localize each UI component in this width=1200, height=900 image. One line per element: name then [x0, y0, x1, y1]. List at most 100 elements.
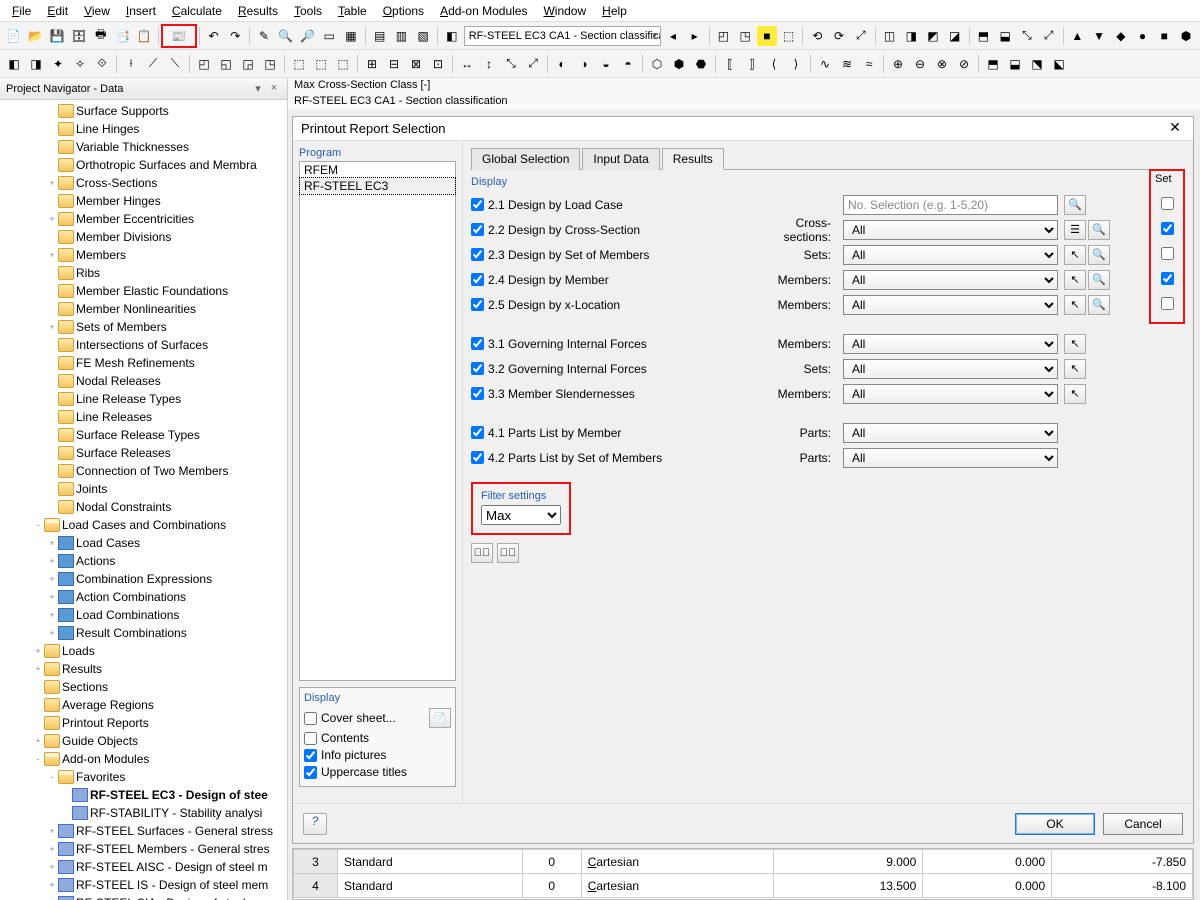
tree-item[interactable]: +RF-STEEL SIA - Design of steel mem: [0, 894, 287, 900]
tree-item[interactable]: FE Mesh Refinements: [0, 354, 287, 372]
tool-icon[interactable]: ◆: [1111, 26, 1131, 46]
tree-item[interactable]: Orthotropic Surfaces and Membra: [0, 156, 287, 174]
tool-icon[interactable]: ⊡: [428, 54, 448, 74]
tree-item[interactable]: +Load Combinations: [0, 606, 287, 624]
tool-icon[interactable]: ▦: [341, 26, 361, 46]
row-select[interactable]: All: [843, 245, 1058, 265]
nav-prev-icon[interactable]: ◂: [663, 26, 683, 46]
menu-window[interactable]: Window: [535, 2, 594, 20]
tool-icon[interactable]: ⤡: [1017, 26, 1037, 46]
tool-icon[interactable]: ⬒: [974, 26, 994, 46]
tree-item[interactable]: +Combination Expressions: [0, 570, 287, 588]
tab-results[interactable]: Results: [662, 148, 724, 170]
tool-icon[interactable]: ◨: [26, 54, 46, 74]
tree-item[interactable]: Ribs: [0, 264, 287, 282]
tree-item[interactable]: Nodal Releases: [0, 372, 287, 390]
menu-help[interactable]: Help: [594, 2, 635, 20]
tool-icon[interactable]: ⟧: [742, 54, 762, 74]
tree-item[interactable]: +Loads: [0, 642, 287, 660]
table-row[interactable]: 4Standard0Cartesian13.5000.000-8.100: [294, 874, 1193, 898]
row-checkbox[interactable]: [471, 451, 484, 464]
tool-icon[interactable]: ▲: [1067, 26, 1087, 46]
tool-icon[interactable]: ⟍: [165, 54, 185, 74]
tool-icon[interactable]: 🔎: [298, 26, 318, 46]
tool-icon[interactable]: ≋: [837, 54, 857, 74]
pick-icon[interactable]: ↖: [1064, 359, 1086, 379]
tool-icon[interactable]: ⊟: [384, 54, 404, 74]
tree-item[interactable]: -Add-on Modules: [0, 750, 287, 768]
tool-icon[interactable]: ⟊: [121, 54, 141, 74]
tool-icon[interactable]: ⬓: [1005, 54, 1025, 74]
tool-icon[interactable]: ⟐: [92, 54, 112, 74]
tree-item[interactable]: Average Regions: [0, 696, 287, 714]
row-select[interactable]: All: [843, 295, 1058, 315]
row-select[interactable]: All: [843, 220, 1058, 240]
tool-icon[interactable]: ↕: [479, 54, 499, 74]
tool-icon[interactable]: ⊖: [910, 54, 930, 74]
row-select[interactable]: All: [843, 384, 1058, 404]
tool-icon[interactable]: ■: [1154, 26, 1174, 46]
tool-icon[interactable]: ▧: [413, 26, 433, 46]
tool-icon[interactable]: ⤢: [1039, 26, 1059, 46]
pick-icon[interactable]: ↖: [1064, 245, 1086, 265]
tool-icon[interactable]: ⊕: [888, 54, 908, 74]
tool-icon[interactable]: ●: [1133, 26, 1153, 46]
tool-icon[interactable]: ▤: [370, 26, 390, 46]
tree-item[interactable]: Line Release Types: [0, 390, 287, 408]
row-select[interactable]: All: [843, 448, 1058, 468]
tool-icon[interactable]: ◩: [923, 26, 943, 46]
tree-item[interactable]: +Action Combinations: [0, 588, 287, 606]
pick-icon[interactable]: ↖: [1064, 334, 1086, 354]
tool-icon[interactable]: ◲: [238, 54, 258, 74]
tool-icon[interactable]: ◳: [735, 26, 755, 46]
display-option[interactable]: Info pictures: [304, 748, 451, 762]
tool-icon[interactable]: ⬢: [669, 54, 689, 74]
display-option[interactable]: Contents: [304, 731, 451, 745]
tree-item[interactable]: -Load Cases and Combinations: [0, 516, 287, 534]
pick-icon[interactable]: ↖: [1064, 270, 1086, 290]
tool-icon[interactable]: ⬡: [647, 54, 667, 74]
tree-item[interactable]: Joints: [0, 480, 287, 498]
row-select[interactable]: All: [843, 359, 1058, 379]
tool-icon[interactable]: ◰: [194, 54, 214, 74]
tool-icon[interactable]: ⟳: [829, 26, 849, 46]
tool-icon[interactable]: ⊞: [362, 54, 382, 74]
tree-item[interactable]: +Sets of Members: [0, 318, 287, 336]
tree-item[interactable]: +RF-STEEL Members - General stres: [0, 840, 287, 858]
tool-icon[interactable]: ⬚: [779, 26, 799, 46]
printout-report-icon[interactable]: 📰: [163, 26, 195, 46]
navigator-tree[interactable]: Surface SupportsLine HingesVariable Thic…: [0, 100, 287, 900]
search-icon[interactable]: 🔍: [1088, 220, 1110, 240]
tool-icon[interactable]: ✦: [48, 54, 68, 74]
tool-icon[interactable]: ✎: [254, 26, 274, 46]
tool-icon[interactable]: ⊗: [932, 54, 952, 74]
tree-item[interactable]: RF-STABILITY - Stability analysi: [0, 804, 287, 822]
tree-item[interactable]: +Load Cases: [0, 534, 287, 552]
tool-icon[interactable]: ⤡: [501, 54, 521, 74]
filter-select[interactable]: Max: [481, 505, 561, 525]
tab-global-selection[interactable]: Global Selection: [471, 148, 580, 170]
new-icon[interactable]: 📄: [4, 26, 24, 46]
cancel-button[interactable]: Cancel: [1103, 813, 1183, 835]
tool-icon[interactable]: ⬢: [1176, 26, 1196, 46]
tool-icon[interactable]: ∿: [815, 54, 835, 74]
undo-icon[interactable]: ↶: [204, 26, 224, 46]
tree-item[interactable]: -Favorites: [0, 768, 287, 786]
help-button[interactable]: ?: [303, 813, 327, 835]
set-checkbox[interactable]: [1161, 272, 1174, 285]
tree-item[interactable]: Line Releases: [0, 408, 287, 426]
module-icon[interactable]: ◧: [442, 26, 462, 46]
tool-icon[interactable]: ■: [757, 26, 777, 46]
tool-icon[interactable]: ↔: [457, 54, 477, 74]
tool-icon[interactable]: ≈: [859, 54, 879, 74]
tool-icon[interactable]: ⬚: [333, 54, 353, 74]
tree-item[interactable]: +RF-STEEL AISC - Design of steel m: [0, 858, 287, 876]
program-list[interactable]: RFEMRF-STEEL EC3: [299, 161, 456, 681]
tree-item[interactable]: +RF-STEEL IS - Design of steel mem: [0, 876, 287, 894]
menu-add-on-modules[interactable]: Add-on Modules: [432, 2, 535, 20]
deselect-all-icon[interactable]: ☒⃞: [497, 543, 519, 563]
module-combo[interactable]: RF-STEEL EC3 CA1 - Section classificati…: [464, 26, 661, 46]
row-checkbox[interactable]: [471, 387, 484, 400]
tool-icon[interactable]: ◧: [4, 54, 24, 74]
tool-icon[interactable]: ▭: [319, 26, 339, 46]
